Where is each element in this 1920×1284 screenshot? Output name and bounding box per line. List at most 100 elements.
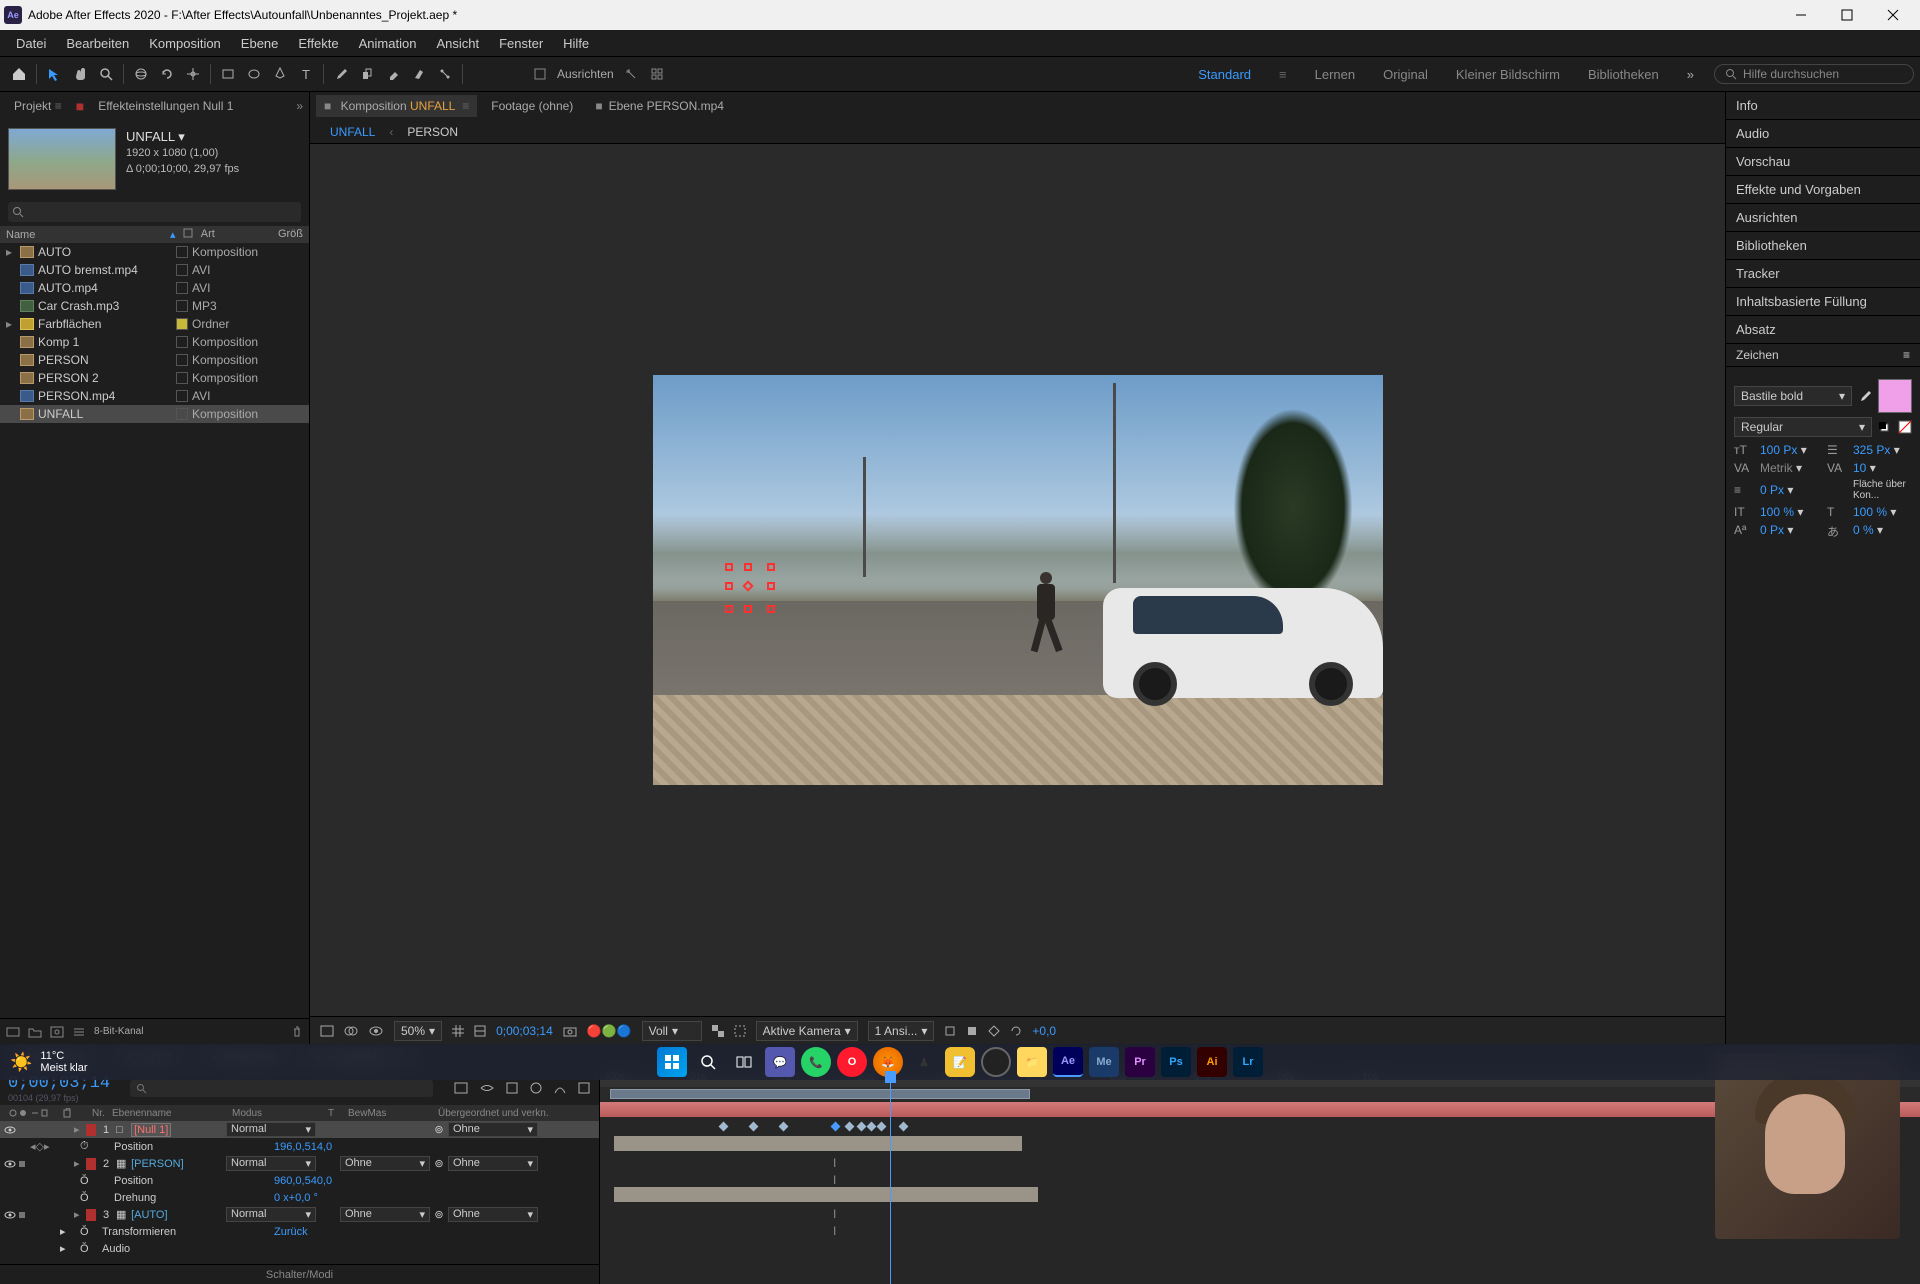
vf-3d-icon[interactable]: [944, 1025, 956, 1037]
trash-icon[interactable]: [291, 1026, 303, 1038]
weather-widget[interactable]: ☀️ 11°CMeist klar: [10, 1050, 87, 1074]
taskbar-lr[interactable]: Lr: [1233, 1047, 1263, 1077]
vf-px-icon[interactable]: [966, 1025, 978, 1037]
fill-color-swatch[interactable]: [1878, 379, 1912, 413]
new-folder-icon[interactable]: [28, 1026, 42, 1038]
tab-composition[interactable]: ■ Komposition UNFALL ≡: [316, 95, 477, 117]
taskbar-me[interactable]: Me: [1089, 1047, 1119, 1077]
leading-value[interactable]: 325 Px: [1853, 443, 1890, 457]
viewer-timecode[interactable]: 0;00;03;14: [496, 1024, 553, 1038]
property-row[interactable]: ŎPosition960,0,540,0: [0, 1172, 599, 1189]
taskbar-app2[interactable]: 📝: [945, 1047, 975, 1077]
home-button[interactable]: [6, 61, 32, 87]
vscale-value[interactable]: 100 %: [1760, 505, 1794, 519]
menu-komposition[interactable]: Komposition: [139, 32, 231, 55]
layer-row[interactable]: ▸ 3 ▦ [AUTO] Normal▾ Ohne▾ ⊚ Ohne▾: [0, 1206, 599, 1223]
zoom-tool[interactable]: [93, 61, 119, 87]
menu-fenster[interactable]: Fenster: [489, 32, 553, 55]
breadcrumb-person[interactable]: PERSON: [407, 125, 458, 139]
project-item[interactable]: AUTO bremst.mp4AVI: [0, 261, 309, 279]
tl-graph-icon[interactable]: [553, 1081, 567, 1095]
breadcrumb-unfall[interactable]: UNFALL: [330, 125, 375, 139]
taskbar-ae[interactable]: Ae: [1053, 1047, 1083, 1077]
panel-paragraph[interactable]: Absatz: [1726, 316, 1920, 344]
snapshot-icon[interactable]: [563, 1025, 577, 1037]
roto-tool[interactable]: [406, 61, 432, 87]
tab-footage[interactable]: Footage (ohne): [483, 95, 581, 117]
menu-ebene[interactable]: Ebene: [231, 32, 289, 55]
tl-comp-btn-icon[interactable]: [453, 1081, 469, 1095]
panel-info[interactable]: Info: [1726, 92, 1920, 120]
tl-motion-blur-icon[interactable]: [529, 1081, 543, 1095]
settings-icon[interactable]: [72, 1026, 86, 1038]
maximize-button[interactable]: [1824, 0, 1870, 30]
start-button[interactable]: [657, 1047, 687, 1077]
composition-viewer[interactable]: [310, 144, 1725, 1016]
project-item[interactable]: UNFALLKomposition: [0, 405, 309, 423]
panel-audio[interactable]: Audio: [1726, 120, 1920, 148]
tsume-value[interactable]: 0 %: [1853, 523, 1874, 537]
brush-tool[interactable]: [328, 61, 354, 87]
zoom-dropdown[interactable]: 50%▾: [394, 1021, 442, 1041]
views-dropdown[interactable]: 1 Ansi...▾: [868, 1021, 935, 1041]
new-comp-icon[interactable]: [50, 1026, 64, 1038]
puppet-tool[interactable]: [432, 61, 458, 87]
project-item[interactable]: Car Crash.mp3MP3: [0, 297, 309, 315]
taskbar-search[interactable]: [693, 1047, 723, 1077]
vf-alpha-icon[interactable]: [320, 1025, 334, 1037]
project-search[interactable]: [8, 202, 301, 222]
property-row[interactable]: ◂◇▸⏱Position196,0,514,0: [0, 1138, 599, 1155]
interpret-icon[interactable]: [6, 1026, 20, 1038]
eraser-tool[interactable]: [380, 61, 406, 87]
font-family-dropdown[interactable]: Bastile bold▾: [1734, 386, 1852, 406]
anchor-tool[interactable]: [180, 61, 206, 87]
vf-grid-icon[interactable]: [452, 1025, 464, 1037]
panel-vorschau[interactable]: Vorschau: [1726, 148, 1920, 176]
font-style-dropdown[interactable]: Regular▾: [1734, 417, 1872, 437]
text-tool[interactable]: T: [293, 61, 319, 87]
tab-project[interactable]: Projekt ≡: [6, 95, 70, 117]
resolution-dropdown[interactable]: Voll▾: [642, 1021, 702, 1041]
project-item[interactable]: PERSONKomposition: [0, 351, 309, 369]
workspace-standard[interactable]: Standard: [1198, 67, 1251, 82]
project-item[interactable]: PERSON.mp4AVI: [0, 387, 309, 405]
workspace-lernen[interactable]: Lernen: [1315, 67, 1355, 82]
property-row[interactable]: ▸ŎTransformierenZurück: [0, 1223, 599, 1240]
vf-region-icon[interactable]: [734, 1025, 746, 1037]
menu-effekte[interactable]: Effekte: [288, 32, 348, 55]
kerning-value[interactable]: Metrik: [1760, 461, 1793, 475]
stroke-value[interactable]: 0 Px: [1760, 483, 1784, 497]
playhead[interactable]: [890, 1071, 891, 1284]
taskbar-explorer[interactable]: 📁: [1017, 1047, 1047, 1077]
vf-mask-icon[interactable]: [368, 1025, 384, 1037]
null-handles[interactable]: [725, 563, 775, 613]
layer-bar-person[interactable]: [614, 1136, 1022, 1151]
no-stroke-icon[interactable]: [1898, 420, 1912, 434]
vf-transparency-icon[interactable]: [712, 1025, 724, 1037]
rotate-tool[interactable]: [154, 61, 180, 87]
hscale-value[interactable]: 100 %: [1853, 505, 1887, 519]
panel-tracker[interactable]: Tracker: [1726, 260, 1920, 288]
minimize-button[interactable]: [1778, 0, 1824, 30]
project-item[interactable]: ▸FarbflächenOrdner: [0, 315, 309, 333]
vf-fast-icon[interactable]: [988, 1025, 1000, 1037]
rect-tool[interactable]: [215, 61, 241, 87]
hand-tool[interactable]: [67, 61, 93, 87]
fill-over-dropdown[interactable]: Fläche über Kon...: [1853, 479, 1912, 501]
pen-tool[interactable]: [267, 61, 293, 87]
baseline-value[interactable]: 0 Px: [1760, 523, 1784, 537]
workspace-original[interactable]: Original: [1383, 67, 1428, 82]
taskbar-opera[interactable]: O: [837, 1047, 867, 1077]
taskbar-app1[interactable]: ♟: [909, 1047, 939, 1077]
proj-comp-name[interactable]: UNFALL ▾: [126, 128, 239, 146]
tl-shy-icon[interactable]: [479, 1081, 495, 1095]
taskbar-ai[interactable]: Ai: [1197, 1047, 1227, 1077]
menu-ansicht[interactable]: Ansicht: [426, 32, 489, 55]
tl-frame-blend-icon[interactable]: [505, 1081, 519, 1095]
vf-refresh-icon[interactable]: [1010, 1025, 1022, 1037]
work-area-bar[interactable]: [610, 1089, 1030, 1099]
orbit-tool[interactable]: [128, 61, 154, 87]
panel-character-header[interactable]: Zeichen≡: [1726, 344, 1920, 367]
taskbar-pr[interactable]: Pr: [1125, 1047, 1155, 1077]
eyedropper-icon[interactable]: [1858, 389, 1872, 403]
